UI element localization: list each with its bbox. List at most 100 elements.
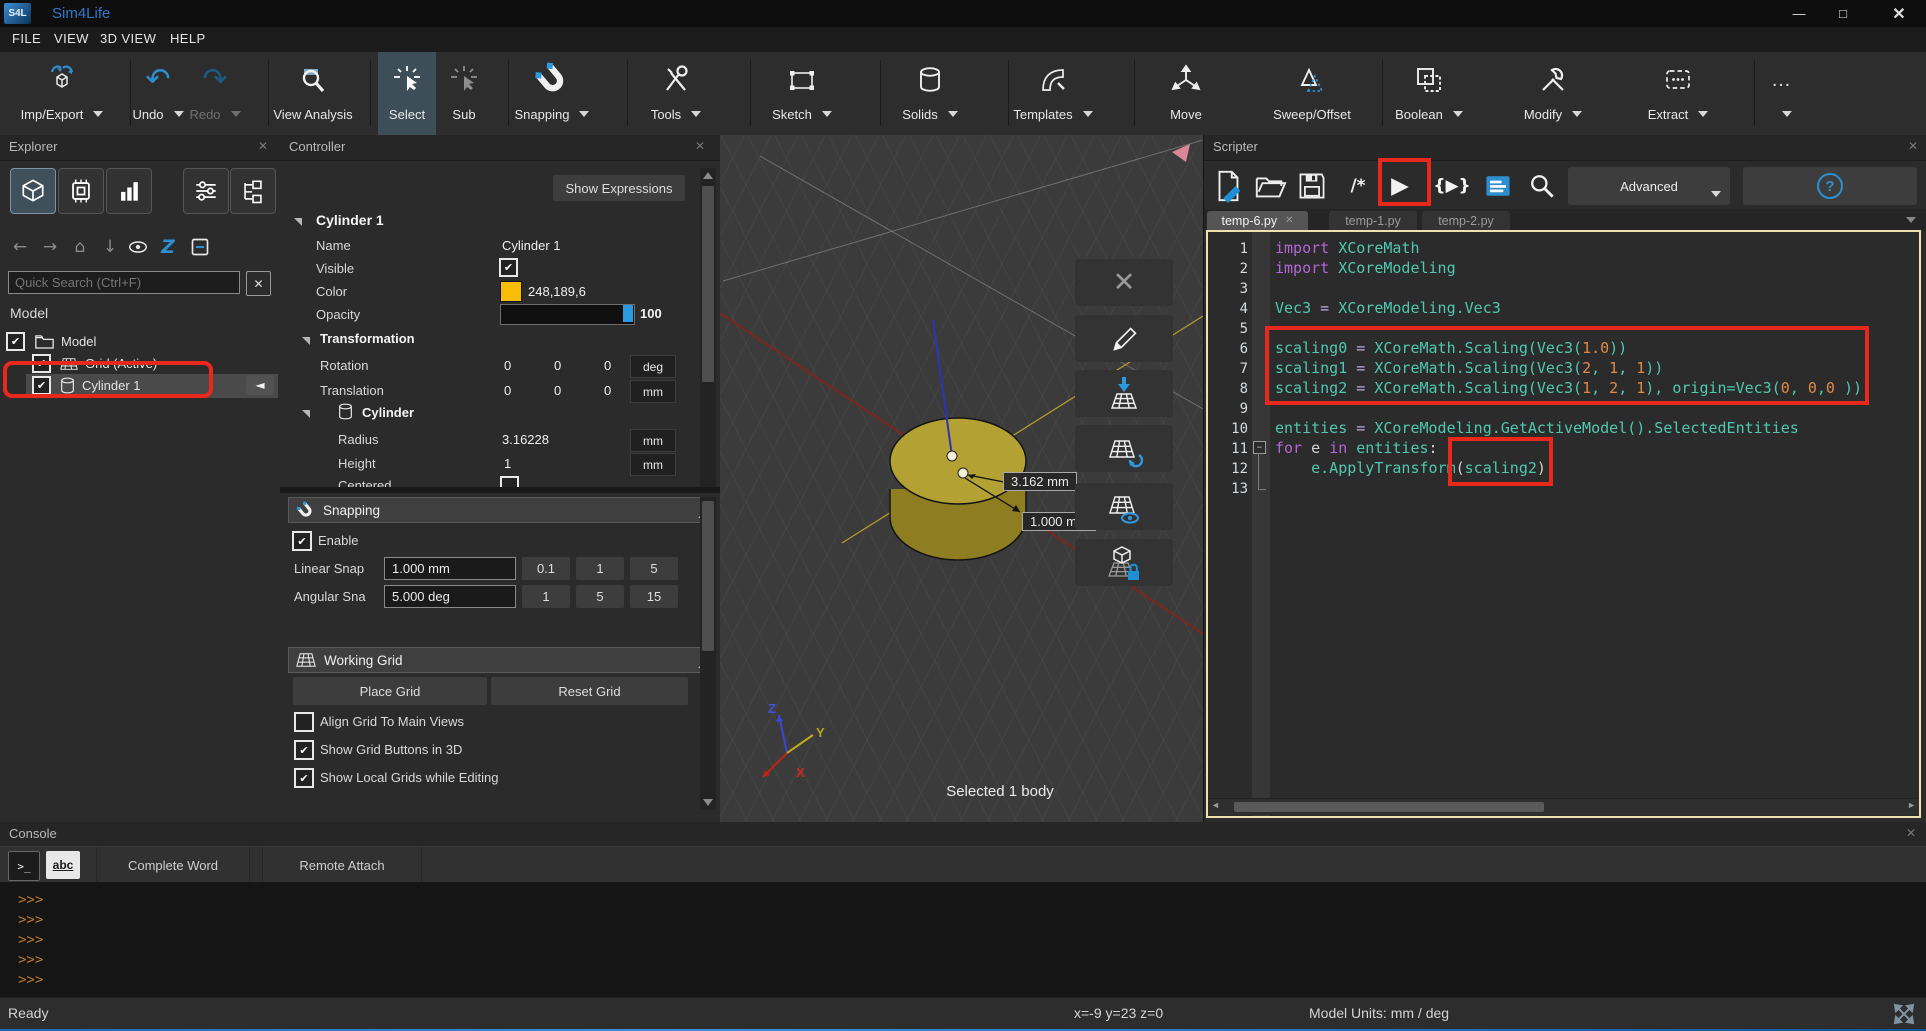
toolbar-imp-export[interactable]: Imp/Export: [2, 52, 122, 135]
translation-y[interactable]: 0: [554, 383, 561, 398]
toolbar-snapping[interactable]: Snapping: [494, 52, 610, 135]
rotation-z[interactable]: 0: [604, 358, 611, 373]
dropdown-arrow-icon[interactable]: [1083, 111, 1093, 117]
menu-help[interactable]: HELP: [170, 31, 206, 46]
scrollbar-thumb[interactable]: [702, 186, 714, 382]
show-grid-buttons-checkbox[interactable]: [294, 740, 314, 760]
toolbar-view-analysis[interactable]: View Analysis: [250, 52, 376, 135]
angular-snap-input[interactable]: 5.000 deg: [384, 585, 516, 608]
dropdown-arrow-icon[interactable]: [1698, 111, 1708, 117]
terminal-icon[interactable]: >_: [8, 851, 40, 881]
menu-3d-view[interactable]: 3D VIEW: [100, 31, 156, 46]
place-grid-button[interactable]: Place Grid: [293, 677, 487, 705]
grid-reset-button[interactable]: [1075, 425, 1173, 472]
toolbar--[interactable]: …: [1752, 52, 1812, 135]
fold-collapse-icon[interactable]: −: [1253, 441, 1266, 454]
tree-row-model[interactable]: Model: [0, 331, 280, 352]
back-icon[interactable]: ←: [8, 235, 32, 259]
help-button[interactable]: ?: [1743, 167, 1917, 205]
minimize-button[interactable]: —: [1782, 0, 1816, 27]
scrollbar-thumb[interactable]: [702, 501, 714, 651]
angular-preset-1[interactable]: 1: [522, 585, 570, 608]
name-value[interactable]: Cylinder 1: [502, 238, 561, 253]
toolbar-move[interactable]: Move: [1136, 52, 1236, 135]
grid-lock-button[interactable]: [1075, 539, 1173, 586]
controller-scrollbar[interactable]: [700, 168, 716, 487]
toolbar-templates[interactable]: Templates: [992, 52, 1114, 135]
visibility-eye-icon[interactable]: [126, 235, 150, 259]
tab-temp-6[interactable]: temp-6.py ✕: [1207, 211, 1308, 230]
scroll-right-icon[interactable]: ►: [1907, 800, 1916, 810]
color-swatch[interactable]: [500, 281, 522, 302]
comment-button[interactable]: /*: [1339, 167, 1377, 205]
menu-file[interactable]: FILE: [12, 31, 41, 46]
toolbar-solids[interactable]: Solids: [875, 52, 985, 135]
show-expressions-button[interactable]: Show Expressions: [553, 175, 685, 201]
controller-close-icon[interactable]: ✕: [695, 139, 705, 153]
lower-scrollbar[interactable]: [700, 497, 716, 810]
toolbar-sweep-offset[interactable]: Sweep/Offset: [1246, 52, 1378, 135]
reset-grid-button[interactable]: Reset Grid: [491, 677, 688, 705]
scroll-left-icon[interactable]: ◄: [1211, 800, 1220, 810]
save-script-button[interactable]: [1293, 167, 1331, 205]
toolbar-boolean[interactable]: Boolean: [1372, 52, 1486, 135]
close-button[interactable]: ✕: [1882, 0, 1916, 27]
console-close-icon[interactable]: ✕: [1906, 826, 1916, 840]
expander-icon[interactable]: [302, 337, 310, 345]
dropdown-arrow-icon[interactable]: [579, 111, 589, 117]
dropdown-arrow-icon[interactable]: [231, 111, 241, 117]
cancel-tool-button[interactable]: ✕: [1075, 259, 1173, 306]
dropdown-arrow-icon[interactable]: [1572, 111, 1582, 117]
dropdown-arrow-icon[interactable]: [691, 111, 701, 117]
panel-divider[interactable]: [280, 487, 720, 493]
angular-preset-15[interactable]: 15: [630, 585, 678, 608]
expander-icon[interactable]: [294, 218, 302, 226]
clear-search-button[interactable]: ✕: [246, 271, 271, 296]
tab-model[interactable]: [10, 168, 56, 214]
height-value[interactable]: 1: [504, 456, 511, 471]
toolbar-select[interactable]: Select: [378, 52, 436, 135]
toolbar-redo[interactable]: ↷Redo: [175, 52, 255, 135]
scroll-up-icon[interactable]: [703, 172, 713, 179]
snapping-enable-checkbox[interactable]: [292, 531, 312, 551]
remote-attach-button[interactable]: Remote Attach: [262, 847, 422, 883]
snapping-section-header[interactable]: Snapping: [288, 497, 712, 523]
rotation-x[interactable]: 0: [504, 358, 511, 373]
rotation-y[interactable]: 0: [554, 358, 561, 373]
toolbar-modify[interactable]: Modify: [1497, 52, 1609, 135]
centered-checkbox[interactable]: [500, 476, 519, 487]
tab-hierarchy[interactable]: [230, 168, 276, 214]
tab-temp-2[interactable]: temp-2.py: [1422, 211, 1510, 230]
collapse-all-icon[interactable]: [188, 235, 212, 259]
log-button[interactable]: [1479, 167, 1517, 205]
dropdown-arrow-icon[interactable]: [1453, 111, 1463, 117]
complete-word-button[interactable]: Complete Word: [96, 847, 250, 883]
tab-simulation[interactable]: [58, 168, 104, 214]
console-output[interactable]: >>>>>>>>>>>>>>>: [0, 882, 1926, 997]
dropdown-arrow-icon[interactable]: [948, 111, 958, 117]
linear-preset-01[interactable]: 0.1: [522, 557, 570, 580]
toolbar-sketch[interactable]: Sketch: [746, 52, 858, 135]
collapse-panel-arrow-icon[interactable]: ◄: [246, 375, 274, 395]
home-icon[interactable]: ⌂: [68, 235, 92, 259]
toolbar-extract[interactable]: Extract: [1622, 52, 1734, 135]
show-local-grids-checkbox[interactable]: [294, 768, 314, 788]
grid-place-button[interactable]: [1075, 370, 1173, 417]
radius-value[interactable]: 3.16228: [502, 432, 549, 447]
toolbar-sub[interactable]: Sub: [436, 52, 492, 135]
scripter-close-icon[interactable]: ✕: [1908, 139, 1918, 153]
linear-snap-input[interactable]: 1.000 mm: [384, 557, 516, 580]
opacity-slider[interactable]: [500, 304, 635, 325]
visible-checkbox[interactable]: [499, 258, 518, 277]
editor-hscrollbar[interactable]: ◄ ►: [1208, 798, 1919, 815]
viewport-3d[interactable]: Z Y X 3.162 mm 1.000 mm ✕ Selected 1 bod…: [720, 135, 1203, 822]
mode-dropdown[interactable]: Advanced: [1568, 167, 1730, 205]
search-button[interactable]: [1523, 167, 1561, 205]
opacity-slider-thumb[interactable]: [623, 305, 633, 322]
pan-mode-icon[interactable]: [1891, 1001, 1917, 1027]
explorer-close-icon[interactable]: ✕: [258, 139, 268, 153]
hscroll-thumb[interactable]: [1234, 802, 1544, 812]
forward-icon[interactable]: →: [38, 235, 62, 259]
working-grid-section-header[interactable]: Working Grid: [288, 647, 712, 673]
tree-label[interactable]: Model: [61, 334, 96, 349]
